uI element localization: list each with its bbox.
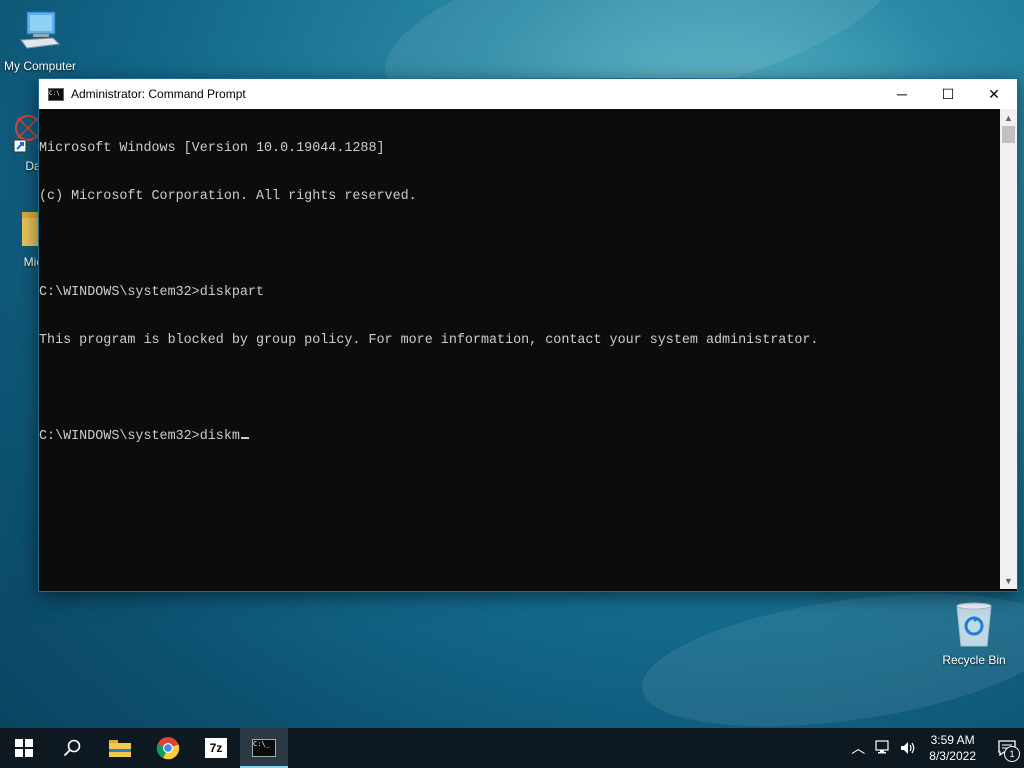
file-explorer-icon [109,740,131,757]
clock-time: 3:59 AM [930,733,975,747]
recycle-bin-icon [956,602,992,647]
system-tray: ︿ 3:59 AM 8/3/2022 1 [845,728,1024,768]
desktop-icon-my-computer[interactable]: My Computer [0,10,80,73]
console-line: Microsoft Windows [Version 10.0.19044.12… [39,141,385,156]
folder-icon [22,212,42,246]
dataw-app-icon [13,115,41,153]
console-line: C:\WINDOWS\system32>diskpart [39,285,264,300]
desktop-icon-label: Recycle Bin [942,653,1006,667]
clock-date: 8/3/2022 [929,749,976,763]
vertical-scrollbar[interactable]: ▲ ▼ [1000,109,1017,589]
command-prompt-icon: C:\_ [252,739,276,757]
scroll-up-arrow-icon[interactable]: ▲ [1000,109,1017,126]
window-titlebar[interactable]: C:\ Administrator: Command Prompt ─ ☐ ✕ [39,79,1017,109]
taskbar-7zip[interactable]: 7z [192,728,240,768]
chevron-up-icon[interactable]: ︿ [851,738,865,758]
scroll-down-arrow-icon[interactable]: ▼ [1000,572,1017,589]
clock[interactable]: 3:59 AM 8/3/2022 [929,732,976,764]
taskbar-chrome[interactable] [144,728,192,768]
scrollbar-thumb[interactable] [1002,126,1015,143]
taskbar: 7z C:\_ ︿ 3:59 AM 8/3/2022 1 [0,728,1024,768]
close-icon: ✕ [988,85,1000,102]
notification-count-badge: 1 [1004,746,1020,762]
notifications-button[interactable]: 1 [990,728,1024,768]
window-title: Administrator: Command Prompt [71,87,246,101]
maximize-icon: ☐ [941,85,955,102]
minimize-button[interactable]: ─ [879,79,925,109]
computer-icon [20,11,61,49]
console-line: This program is blocked by group policy.… [39,333,819,348]
command-prompt-window[interactable]: C:\ Administrator: Command Prompt ─ ☐ ✕ … [38,78,1018,592]
start-button[interactable] [0,728,48,768]
console-output[interactable]: Microsoft Windows [Version 10.0.19044.12… [39,109,1000,589]
command-prompt-icon: C:\ [48,87,64,101]
close-button[interactable]: ✕ [971,79,1017,109]
taskbar-file-explorer[interactable] [96,728,144,768]
search-button[interactable] [48,728,96,768]
desktop-icon-recycle-bin[interactable]: Recycle Bin [934,602,1014,667]
7zip-icon: 7z [205,738,227,758]
minimize-icon: ─ [897,86,907,102]
taskbar-command-prompt[interactable]: C:\_ [240,728,288,768]
console-line: C:\WINDOWS\system32>diskm [39,429,240,444]
network-icon[interactable] [875,740,893,756]
console-line: (c) Microsoft Corporation. All rights re… [39,189,417,204]
volume-icon[interactable] [899,740,917,756]
text-cursor [240,437,249,439]
console-input-line[interactable]: C:\WINDOWS\system32>diskm [39,429,1000,445]
chrome-icon [156,737,180,760]
search-icon [63,739,81,757]
maximize-button[interactable]: ☐ [925,79,971,109]
windows-start-icon [15,739,33,757]
desktop-icon-label: My Computer [3,59,77,73]
